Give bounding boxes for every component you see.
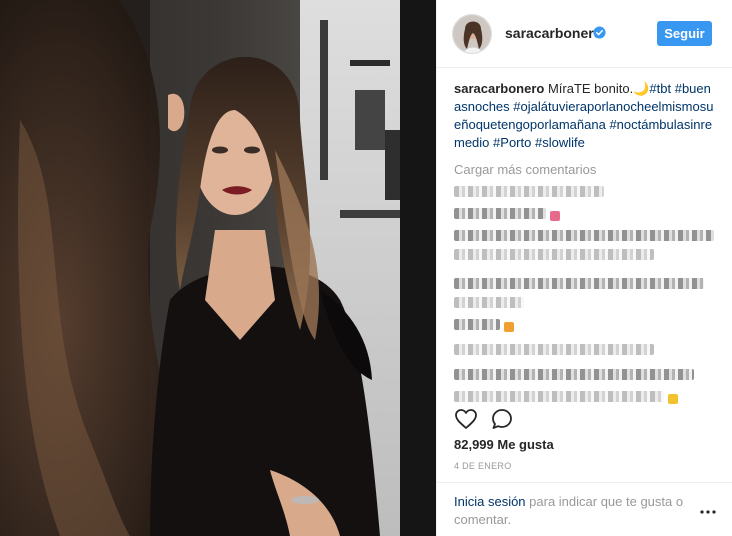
login-prompt-text: Inicia sesión para indicar que te gusta … [454, 493, 694, 529]
post-photo-illustration [0, 0, 436, 536]
post-caption: saracarbonero MíraTE bonito.🌙#tbt #buena… [454, 80, 716, 152]
avatar[interactable] [452, 14, 492, 54]
login-link[interactable]: Inicia sesión [454, 494, 526, 509]
blurred-comment [454, 278, 704, 289]
blurred-comment [454, 205, 716, 223]
blurred-comment [454, 186, 604, 197]
blurred-comment [454, 369, 694, 380]
moon-emoji: 🌙 [633, 81, 650, 96]
load-more-comments-link[interactable]: Cargar más comentarios [454, 161, 716, 179]
comments-section: saracarbonero MíraTE bonito.🌙#tbt #buena… [454, 80, 716, 406]
hashtag-link[interactable]: #tbt [649, 81, 671, 96]
login-prompt: Inicia sesión para indicar que te gusta … [437, 482, 732, 536]
post-date[interactable]: 4 DE ENERO [454, 461, 512, 471]
blurred-comment [454, 249, 654, 260]
emoji-icon [503, 321, 514, 332]
blurred-comment [454, 316, 716, 334]
caption-username[interactable]: saracarbonero [454, 81, 544, 96]
post-side-panel: saracarbonero Seguir saracarbonero MíraT… [436, 0, 732, 536]
blurred-comment [454, 388, 716, 406]
hashtag-link[interactable]: #Porto [493, 135, 531, 150]
hashtag-link[interactable]: #slowlife [535, 135, 585, 150]
emoji-icon [667, 393, 678, 404]
post-actions [454, 407, 716, 431]
blurred-comments [454, 186, 716, 406]
comment-bubble-icon[interactable] [490, 407, 514, 431]
header-username[interactable]: saracarbonero [505, 25, 602, 41]
blurred-comment [454, 230, 714, 241]
heart-icon[interactable] [454, 407, 478, 431]
post-photo[interactable] [0, 0, 436, 536]
blurred-comment [454, 344, 654, 355]
blurred-comment [454, 297, 524, 308]
post-header: saracarbonero Seguir [437, 0, 732, 68]
emoji-icon [549, 210, 560, 221]
like-count[interactable]: 82,999 Me gusta [454, 437, 554, 452]
caption-text: MíraTE bonito. [547, 81, 634, 96]
verified-badge-icon [593, 26, 606, 39]
avatar-image [453, 15, 491, 53]
follow-button[interactable]: Seguir [657, 21, 712, 46]
more-options-icon[interactable] [700, 509, 716, 515]
